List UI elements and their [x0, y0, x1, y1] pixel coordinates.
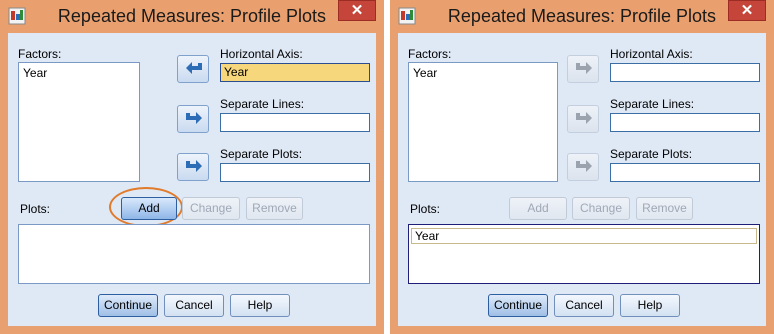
title-bar[interactable]: Repeated Measures: Profile Plots ✕ [390, 0, 774, 33]
help-button[interactable]: Help [620, 294, 680, 317]
profile-plots-dialog-before: Repeated Measures: Profile Plots ✕ Facto… [0, 0, 384, 334]
help-button[interactable]: Help [230, 294, 290, 317]
arrow-left-icon [186, 62, 202, 74]
move-to-separate-plots-button[interactable] [177, 153, 209, 181]
factors-listbox[interactable]: Year [408, 62, 558, 182]
separate-plots-label: Separate Plots: [220, 147, 303, 161]
add-button[interactable]: Add [121, 197, 177, 220]
move-to-horizontal-axis-button[interactable] [567, 55, 599, 83]
add-button[interactable]: Add [509, 197, 567, 220]
move-to-separate-plots-button[interactable] [567, 153, 599, 181]
separate-lines-label: Separate Lines: [220, 97, 305, 111]
continue-button[interactable]: Continue [98, 294, 158, 317]
horizontal-axis-field[interactable] [610, 63, 760, 82]
separate-lines-field[interactable] [220, 113, 370, 132]
move-to-horizontal-axis-button[interactable] [177, 55, 209, 83]
move-to-separate-lines-button[interactable] [567, 105, 599, 133]
cancel-button[interactable]: Cancel [164, 294, 224, 317]
horizontal-axis-field[interactable]: Year [220, 63, 370, 82]
factors-listbox[interactable]: Year [18, 62, 140, 182]
horizontal-axis-label: Horizontal Axis: [220, 47, 303, 61]
separate-plots-field[interactable] [220, 163, 370, 182]
close-button[interactable]: ✕ [338, 0, 376, 21]
plots-label: Plots: [410, 202, 441, 216]
arrow-right-icon [186, 112, 202, 124]
factor-item[interactable]: Year [23, 66, 47, 80]
cancel-button[interactable]: Cancel [554, 294, 614, 317]
factor-item[interactable]: Year [413, 66, 437, 80]
separate-lines-label: Separate Lines: [610, 97, 695, 111]
plot-item[interactable]: Year [411, 228, 757, 244]
separate-lines-field[interactable] [610, 113, 760, 132]
plots-listbox[interactable]: Year [408, 224, 760, 284]
horizontal-axis-label: Horizontal Axis: [610, 47, 693, 61]
dialog-client-area: Factors: Year Horizontal Axis: Separate … [398, 33, 766, 326]
arrow-right-icon [576, 112, 592, 124]
factors-label: Factors: [408, 47, 452, 61]
window-title: Repeated Measures: Profile Plots [57, 6, 327, 26]
continue-button[interactable]: Continue [488, 294, 548, 317]
separate-plots-field[interactable] [610, 163, 760, 182]
window-title: Repeated Measures: Profile Plots [447, 6, 717, 26]
close-button[interactable]: ✕ [728, 0, 766, 21]
title-bar[interactable]: Repeated Measures: Profile Plots ✕ [0, 0, 384, 33]
profile-plots-dialog-after: Repeated Measures: Profile Plots ✕ Facto… [390, 0, 774, 334]
arrow-right-icon [186, 160, 202, 172]
arrow-right-icon [576, 160, 592, 172]
move-to-separate-lines-button[interactable] [177, 105, 209, 133]
separate-plots-label: Separate Plots: [610, 147, 693, 161]
factors-label: Factors: [18, 47, 62, 61]
remove-button[interactable]: Remove [246, 197, 303, 220]
change-button[interactable]: Change [572, 197, 630, 220]
plots-listbox[interactable] [18, 224, 370, 284]
change-button[interactable]: Change [182, 197, 240, 220]
dialog-client-area: Factors: Year Horizontal Axis: Year Sepa… [8, 33, 376, 326]
plots-label: Plots: [20, 202, 51, 216]
remove-button[interactable]: Remove [636, 197, 693, 220]
arrow-right-icon [576, 62, 592, 74]
